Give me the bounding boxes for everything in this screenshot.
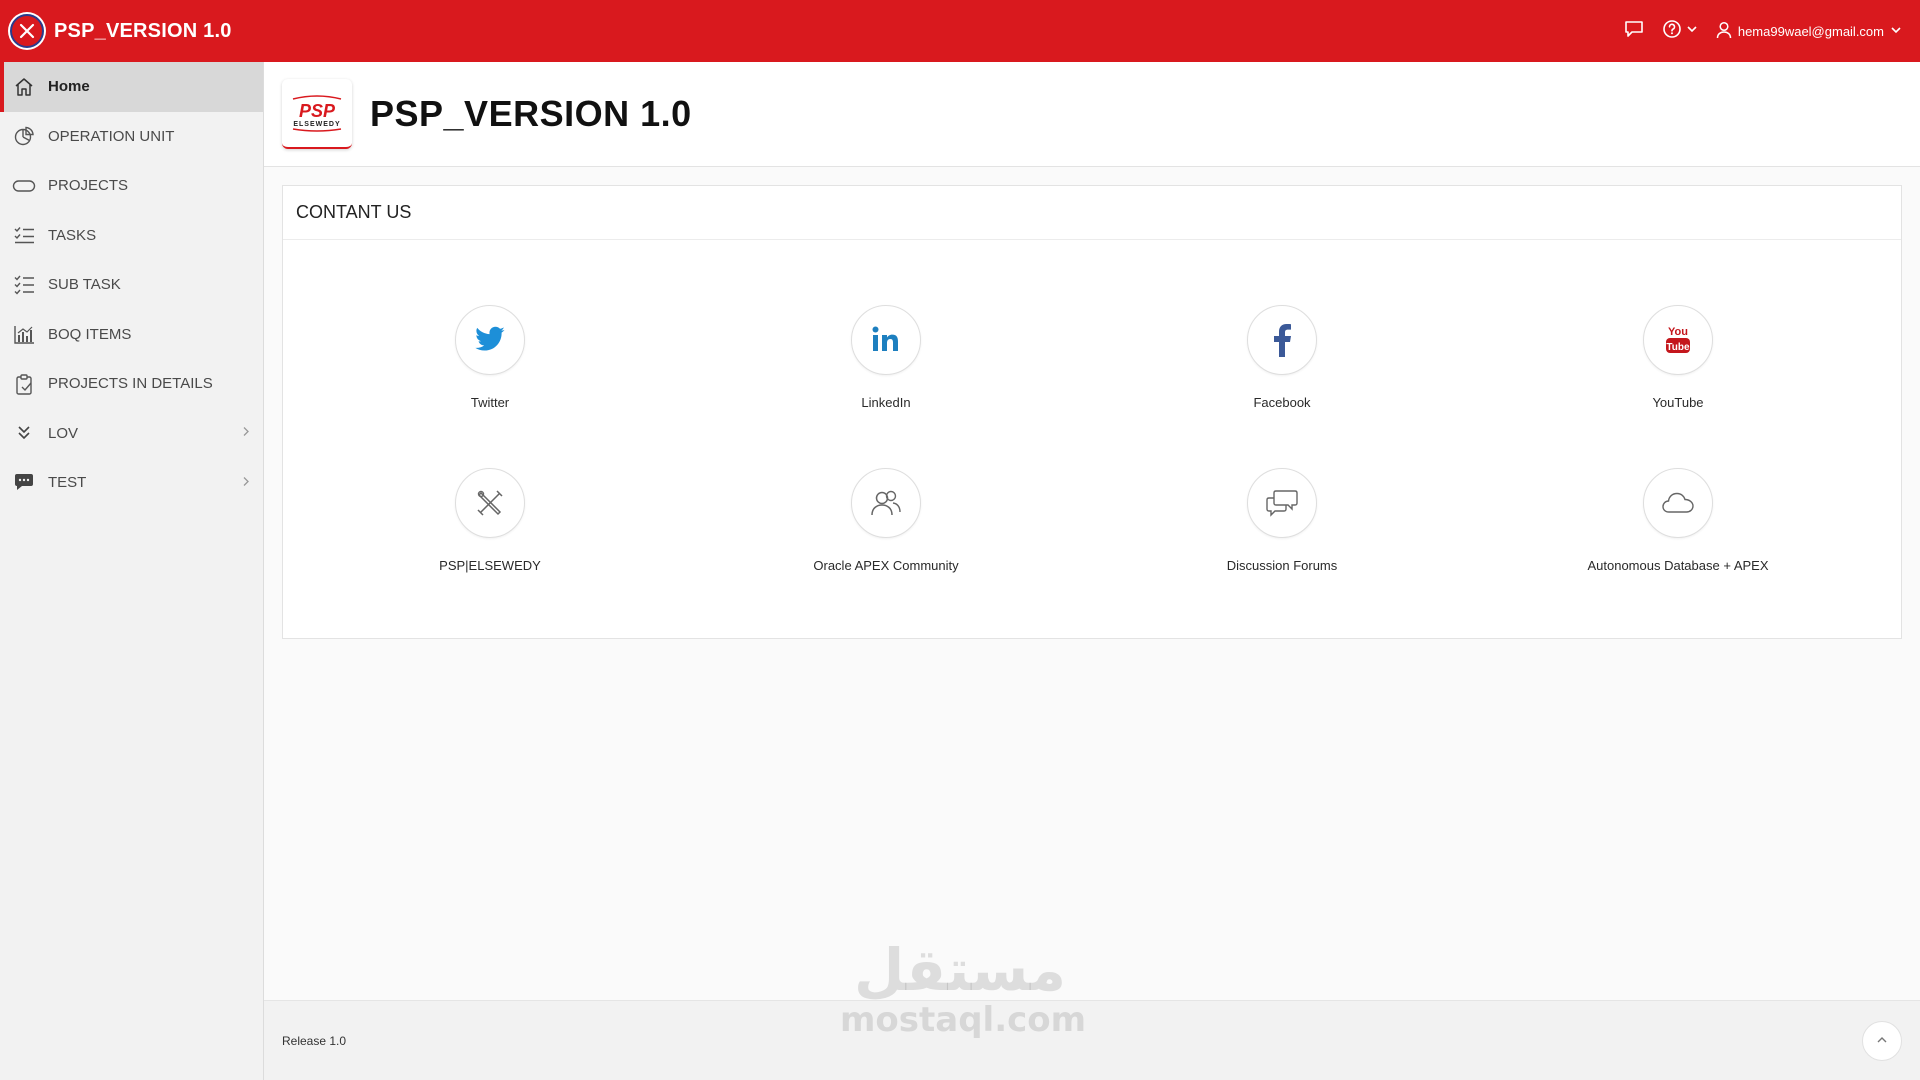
tools-icon	[455, 468, 525, 538]
cloud-icon	[1643, 468, 1713, 538]
main-content: PSP ELSEWEDY PSP_VERSION 1.0 CONTANT US …	[264, 62, 1920, 1080]
sidebar-item-lov[interactable]: LOV	[0, 409, 263, 459]
help-icon	[1662, 19, 1682, 44]
svg-text:You: You	[1668, 326, 1688, 338]
card-twitter[interactable]: Twitter	[292, 305, 688, 410]
card-oracle-apex-community[interactable]: Oracle APEX Community	[688, 468, 1084, 573]
comments-icon	[1247, 468, 1317, 538]
card-label: Facebook	[1253, 395, 1311, 410]
menu-toggle-button[interactable]	[8, 12, 46, 50]
sidebar-item-label: OPERATION UNIT	[48, 127, 175, 145]
svg-text:Tube: Tube	[1666, 342, 1690, 353]
card-label: Discussion Forums	[1226, 558, 1338, 573]
bar-chart-icon	[12, 322, 36, 346]
help-menu-button[interactable]	[1662, 19, 1698, 44]
sidebar-item-label: SUB TASK	[48, 276, 121, 294]
sidebar-item-label: PROJECTS	[48, 177, 129, 195]
chat-button[interactable]	[1624, 20, 1644, 43]
psp-elsewedy-logo: PSP ELSEWEDY	[282, 79, 352, 149]
footer: Release 1.0	[264, 1000, 1920, 1080]
card-facebook[interactable]: Facebook	[1084, 305, 1480, 410]
sidebar-item-label: TASKS	[48, 226, 97, 244]
pie-chart-icon	[12, 124, 36, 148]
top-navigation-bar: PSP_VERSION 1.0 hema99wael@gmail.com	[0, 0, 1920, 62]
close-icon	[10, 14, 44, 48]
sidebar-item-label: Home	[48, 78, 90, 96]
sidebar-item-label: BOQ ITEMS	[48, 325, 132, 343]
app-title[interactable]: PSP_VERSION 1.0	[54, 20, 232, 43]
sidebar-item-projects[interactable]: PROJECTS	[0, 161, 263, 211]
mostaql-watermark: مستقل mostaql.com	[840, 936, 1087, 1040]
home-icon	[12, 75, 36, 99]
facebook-icon	[1247, 305, 1317, 375]
linkedin-icon	[851, 305, 921, 375]
sidebar-item-test[interactable]: TEST	[0, 458, 263, 508]
chevron-down-icon	[1890, 24, 1902, 39]
region-title: CONTANT US	[283, 186, 1901, 240]
sidebar-item-tasks[interactable]: TASKS	[0, 211, 263, 261]
chevron-right-icon[interactable]	[241, 474, 251, 491]
card-youtube[interactable]: You Tube YouTube	[1480, 305, 1876, 410]
twitter-icon	[455, 305, 525, 375]
card-label: Twitter	[470, 395, 510, 410]
checklist-icon	[12, 273, 36, 297]
sidebar-item-home[interactable]: Home	[0, 62, 263, 112]
chevron-right-icon[interactable]	[241, 425, 251, 442]
sidebar-item-label: TEST	[48, 474, 87, 492]
card-label: PSP|ELSEWEDY	[439, 558, 541, 573]
sidebar-item-label: PROJECTS IN DETAILS	[48, 375, 213, 393]
clipboard-icon	[12, 372, 36, 396]
chevron-down-icon	[1686, 22, 1698, 40]
sidebar-item-boq-items[interactable]: BOQ ITEMS	[0, 310, 263, 360]
card-label: Oracle APEX Community	[813, 558, 959, 573]
logo-subtext: ELSEWEDY	[293, 121, 340, 128]
user-email: hema99wael@gmail.com	[1737, 23, 1884, 39]
sidebar-item-label: LOV	[48, 424, 79, 442]
scroll-to-top-button[interactable]	[1862, 1021, 1902, 1061]
checklist-icon	[12, 223, 36, 247]
chat-icon	[1624, 20, 1644, 43]
card-label: YouTube	[1652, 395, 1704, 410]
contact-us-region: CONTANT US Twitter LinkedIn Facebook You…	[282, 185, 1902, 639]
card-label: LinkedIn	[861, 395, 911, 410]
user-menu-button[interactable]: hema99wael@gmail.com	[1716, 21, 1902, 42]
chevron-up-icon	[1876, 1034, 1888, 1049]
card-autonomous-database-apex[interactable]: Autonomous Database + APEX	[1480, 468, 1876, 573]
comment-icon	[12, 471, 36, 495]
watermark-latin: mostaql.com	[840, 1000, 1087, 1040]
hero-region: PSP ELSEWEDY PSP_VERSION 1.0	[264, 62, 1920, 167]
users-icon	[851, 468, 921, 538]
card-psp-elsewedy[interactable]: PSP|ELSEWEDY	[292, 468, 688, 573]
pill-icon	[12, 174, 36, 198]
card-discussion-forums[interactable]: Discussion Forums	[1084, 468, 1480, 573]
card-linkedin[interactable]: LinkedIn	[688, 305, 1084, 410]
user-icon	[1716, 21, 1732, 42]
youtube-icon: You Tube	[1643, 305, 1713, 375]
sidebar-item-operation-unit[interactable]: OPERATION UNIT	[0, 112, 263, 162]
sidebar-item-sub-task[interactable]: SUB TASK	[0, 260, 263, 310]
sidebar-navigation: Home OPERATION UNIT PROJECTS TASKS SUB T…	[0, 62, 264, 1080]
page-title: PSP_VERSION 1.0	[370, 93, 692, 134]
card-label: Autonomous Database + APEX	[1587, 558, 1769, 573]
watermark-arabic: مستقل	[853, 936, 1067, 1004]
release-text: Release 1.0	[282, 1033, 347, 1048]
logo-text: PSP	[299, 101, 336, 121]
sidebar-item-projects-in-details[interactable]: PROJECTS IN DETAILS	[0, 359, 263, 409]
double-chevron-down-icon	[12, 421, 36, 445]
